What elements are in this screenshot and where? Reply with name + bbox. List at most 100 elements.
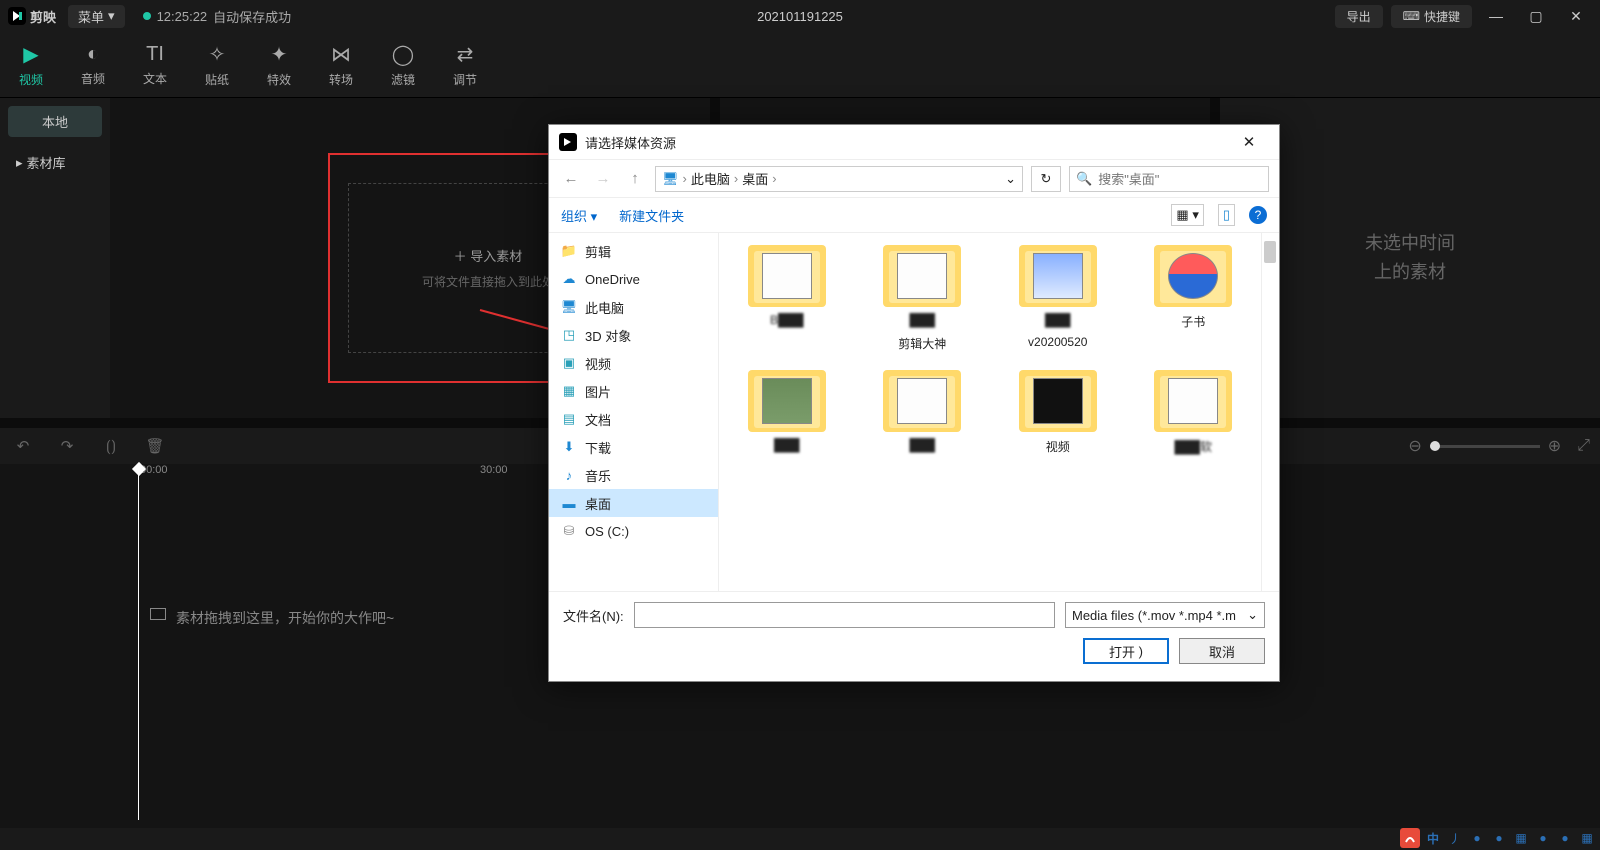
tray-icon[interactable]: ▦ (1578, 829, 1596, 847)
video-icon: ▶ (23, 42, 38, 67)
tab-video[interactable]: ▶视频 (0, 32, 62, 97)
nav-up-button[interactable]: ↑ (623, 170, 647, 187)
tree-item-icon: ☁ (561, 271, 577, 287)
tab-text[interactable]: TI文本 (124, 32, 186, 97)
file-item[interactable]: ███软 (1130, 370, 1258, 455)
shortcut-button[interactable]: ⌨ 快捷键 (1391, 5, 1472, 28)
zoom-in-icon[interactable]: ⊕ (1548, 436, 1561, 456)
zoom-fit-icon[interactable]: ⤢ (1577, 437, 1590, 455)
tree-item[interactable]: 📁剪辑 (549, 237, 718, 265)
file-item[interactable]: B███ (723, 245, 851, 352)
tray-icon[interactable]: ● (1490, 829, 1508, 847)
undo-button[interactable]: ↶ (10, 437, 36, 455)
tree-item-icon: ▤ (561, 411, 577, 427)
pc-icon: 🖥 (662, 171, 679, 187)
tree-item[interactable]: ▤文档 (549, 405, 718, 433)
tree-item[interactable]: ▬桌面 (549, 489, 718, 517)
file-open-dialog: 请选择媒体资源 ✕ ← → ↑ 🖥 › 此电脑 › 桌面 › ⌄ ↻ 🔍 搜索"… (548, 124, 1280, 682)
file-item[interactable]: 子书 (1130, 245, 1258, 352)
sidebar-library[interactable]: ▸ 素材库 (8, 147, 102, 178)
tab-adjust[interactable]: ⇄调节 (434, 32, 496, 97)
file-name: B███ (770, 313, 804, 329)
tray-icon[interactable]: ● (1556, 829, 1574, 847)
search-input[interactable]: 🔍 搜索"桌面" (1069, 166, 1269, 192)
file-name: 剪辑大神 (898, 335, 946, 352)
help-button[interactable]: ? (1249, 206, 1267, 224)
tree-item[interactable]: ▣视频 (549, 349, 718, 377)
tab-audio[interactable]: ◐音频 (62, 32, 124, 97)
path-segment[interactable]: 桌面 (742, 169, 768, 188)
filetype-select[interactable]: Media files (*.mov *.mp4 *.m⌄ (1065, 602, 1265, 628)
preview-pane-button[interactable]: ▯ (1218, 204, 1235, 226)
file-item[interactable]: ███ (723, 370, 851, 455)
tab-filter[interactable]: ◯滤镜 (372, 32, 434, 97)
file-item[interactable]: ███v20200520 (994, 245, 1122, 352)
filename-input[interactable] (634, 602, 1055, 628)
folder-icon (883, 370, 961, 432)
chevron-down-icon: ▾ (108, 8, 115, 24)
tab-effect[interactable]: ✦特效 (248, 32, 310, 97)
sidebar-local[interactable]: 本地 (8, 106, 102, 137)
file-name: ███ (909, 313, 935, 329)
tray-icon[interactable]: ● (1534, 829, 1552, 847)
export-button[interactable]: 导出 (1335, 5, 1383, 28)
delete-button[interactable]: 🗑 (142, 437, 168, 455)
close-button[interactable]: ✕ (1560, 8, 1592, 25)
tab-sticker[interactable]: ✧贴纸 (186, 32, 248, 97)
tree-item[interactable]: ⬇下载 (549, 433, 718, 461)
tree-item[interactable]: 🖥此电脑 (549, 293, 718, 321)
tree-item-icon: ⛁ (561, 523, 577, 539)
path-segment[interactable]: 此电脑 (691, 169, 730, 188)
tree-item-label: 此电脑 (585, 298, 624, 317)
open-button[interactable]: 打开 ) (1083, 638, 1169, 664)
tree-item[interactable]: ☁OneDrive (549, 265, 718, 293)
refresh-button[interactable]: ↻ (1031, 166, 1061, 192)
chevron-down-icon[interactable]: ⌄ (1005, 171, 1016, 187)
split-button[interactable]: ⟮⟯ (98, 438, 124, 455)
autosave-time: 12:25:22 (157, 9, 208, 24)
redo-button[interactable]: ↷ (54, 437, 80, 455)
organize-dropdown[interactable]: 组织 ▾ (561, 206, 597, 225)
tray-icon[interactable]: ● (1468, 829, 1486, 847)
media-sidebar: 本地 ▸ 素材库 (0, 98, 110, 418)
zoom-slider[interactable] (1430, 445, 1540, 448)
path-bar[interactable]: 🖥 › 此电脑 › 桌面 › ⌄ (655, 166, 1023, 192)
search-icon: 🔍 (1076, 171, 1092, 187)
tab-transition[interactable]: ⋈转场 (310, 32, 372, 97)
cancel-button[interactable]: 取消 (1179, 638, 1265, 664)
dialog-body: 📁剪辑☁OneDrive🖥此电脑◳3D 对象▣视频▦图片▤文档⬇下载♪音乐▬桌面… (549, 233, 1279, 591)
dialog-close-button[interactable]: ✕ (1229, 133, 1269, 151)
tray-icon[interactable]: ▦ (1512, 829, 1530, 847)
scrollbar[interactable] (1261, 233, 1279, 591)
tree-item-icon: ◳ (561, 327, 577, 343)
tree-item[interactable]: ◳3D 对象 (549, 321, 718, 349)
tray-icon[interactable]: 中 (1424, 829, 1442, 847)
dialog-nav: ← → ↑ 🖥 › 此电脑 › 桌面 › ⌄ ↻ 🔍 搜索"桌面" (549, 159, 1279, 197)
file-name: ███ (774, 438, 800, 454)
file-item[interactable]: 视频 (994, 370, 1122, 455)
zoom-out-icon[interactable]: ⊖ (1408, 436, 1421, 456)
dialog-footer: 文件名(N): Media files (*.mov *.mp4 *.m⌄ 打开… (549, 591, 1279, 681)
view-mode-button[interactable]: ▦ ▾ (1171, 204, 1203, 226)
menu-button[interactable]: 菜单 ▾ (68, 5, 125, 28)
maximize-button[interactable]: ▢ (1520, 8, 1552, 25)
new-folder-button[interactable]: 新建文件夹 (619, 206, 684, 225)
ime-icon[interactable] (1400, 828, 1420, 848)
minimize-button[interactable]: — (1480, 8, 1512, 24)
tree-item[interactable]: ♪音乐 (549, 461, 718, 489)
tray-icon[interactable]: 丿 (1446, 829, 1464, 847)
file-item[interactable]: ███ (859, 370, 987, 455)
nav-forward-button[interactable]: → (591, 170, 615, 187)
nav-back-button[interactable]: ← (559, 170, 583, 187)
file-list: B██████剪辑大神███v20200520子书██████视频███软 (719, 233, 1261, 591)
audio-icon: ◐ (87, 43, 99, 66)
tree-item-icon: ▣ (561, 355, 577, 371)
tree-item[interactable]: ▦图片 (549, 377, 718, 405)
tree-item[interactable]: ⛁ OS (C:) (549, 517, 718, 545)
tree-item-label: OS (C:) (585, 524, 629, 539)
statusbar (0, 828, 1600, 850)
tree-item-icon: ♪ (561, 467, 577, 483)
tree-item-icon: ▬ (561, 495, 577, 511)
file-item[interactable]: ███ 剪辑大神 (859, 245, 987, 352)
text-icon: TI (146, 43, 164, 66)
